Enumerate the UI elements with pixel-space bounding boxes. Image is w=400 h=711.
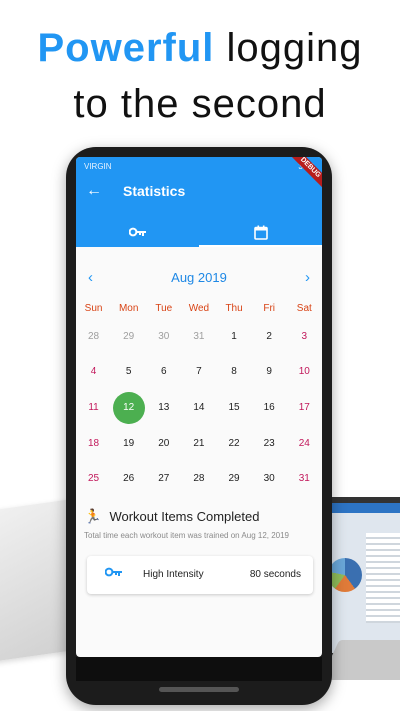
calendar-day[interactable]: 3 [287, 321, 322, 353]
tab-calendar[interactable] [199, 217, 322, 247]
headline-line2: to the second [73, 82, 327, 126]
weekday-label: Wed [188, 303, 210, 314]
calendar-day[interactable]: 29 [217, 463, 252, 495]
calendar-day[interactable]: 28 [181, 463, 216, 495]
workout-section-title: 🏃 Workout Items Completed [84, 508, 259, 525]
calendar-day[interactable]: 30 [146, 321, 181, 353]
weekday-label: Fri [263, 303, 276, 314]
calendar-week: 18 19 20 21 22 23 24 [76, 426, 322, 462]
calendar-day[interactable]: 15 [217, 392, 252, 424]
calendar-header: ‹ Aug 2019 › [76, 269, 322, 289]
calendar-day[interactable]: 1 [217, 321, 252, 353]
weekday-label: Thu [225, 303, 243, 314]
workout-title-text: Workout Items Completed [109, 509, 260, 524]
phone-frame: VIRGIN 3:20 DEBUG ← Statistics [66, 147, 332, 705]
key-icon [128, 227, 146, 237]
calendar-day[interactable]: 8 [217, 356, 252, 388]
carrier-label: VIRGIN [84, 161, 112, 171]
calendar-day[interactable]: 31 [287, 463, 322, 495]
calendar-day[interactable]: 29 [111, 321, 146, 353]
calendar-day[interactable]: 14 [181, 392, 216, 424]
calendar-day[interactable]: 19 [111, 428, 146, 460]
calendar-icon [253, 225, 268, 240]
calendar-grid: 28 29 30 31 1 2 3 4 5 6 7 8 9 10 11 12 1… [76, 319, 322, 497]
calendar-month-label: Aug 2019 [171, 270, 227, 285]
status-bar: VIRGIN 3:20 [76, 157, 322, 175]
home-indicator[interactable] [159, 687, 239, 692]
weekday-header: Sun Mon Tue Wed Thu Fri Sat [76, 303, 322, 314]
calendar-day[interactable]: 7 [181, 356, 216, 388]
headline-accent: Powerful [37, 26, 215, 70]
calendar-day[interactable]: 5 [111, 356, 146, 388]
phone-nav-area [76, 657, 322, 681]
calendar-day[interactable]: 4 [76, 356, 111, 388]
calendar-day[interactable]: 20 [146, 428, 181, 460]
page-title: Statistics [123, 183, 186, 199]
workout-subtitle: Total time each workout item was trained… [84, 531, 290, 540]
key-icon [105, 567, 122, 577]
calendar-day[interactable]: 30 [252, 463, 287, 495]
running-person-icon: 🏃 [84, 508, 102, 524]
weekday-label: Mon [118, 303, 139, 314]
calendar-day[interactable]: 22 [217, 428, 252, 460]
calendar-day[interactable]: 10 [287, 356, 322, 388]
calendar-day[interactable]: 16 [252, 392, 287, 424]
calendar-day[interactable]: 23 [252, 428, 287, 460]
weekday-label: Sun [84, 303, 103, 314]
calendar-day[interactable]: 6 [146, 356, 181, 388]
back-arrow-icon[interactable]: ← [86, 182, 102, 200]
headline-line1-rest: logging [214, 26, 363, 70]
calendar-week: 28 29 30 31 1 2 3 [76, 319, 322, 355]
calendar-week: 11 12 13 14 15 16 17 [76, 390, 322, 426]
phone-screen: VIRGIN 3:20 DEBUG ← Statistics [76, 157, 322, 657]
calendar-day[interactable]: 24 [287, 428, 322, 460]
calendar-week: 4 5 6 7 8 9 10 [76, 355, 322, 391]
workout-item-name: High Intensity [143, 569, 204, 580]
calendar-day[interactable]: 27 [146, 463, 181, 495]
chevron-right-icon[interactable]: › [305, 269, 310, 286]
calendar-day[interactable]: 26 [111, 463, 146, 495]
calendar-week: 25 26 27 28 29 30 31 [76, 461, 322, 497]
calendar-day[interactable]: 11 [76, 392, 111, 424]
calendar-day[interactable]: 2 [252, 321, 287, 353]
weekday-label: Sat [296, 303, 312, 314]
selected-day-label: 12 [112, 391, 145, 424]
calendar-day-selected[interactable]: 12 [111, 391, 146, 424]
calendar-day[interactable]: 18 [76, 428, 111, 460]
calendar-day[interactable]: 31 [181, 321, 216, 353]
workout-item-card[interactable]: High Intensity 80 seconds [87, 556, 313, 594]
workout-item-duration: 80 seconds [249, 569, 301, 580]
calendar-day[interactable]: 25 [76, 463, 111, 495]
calendar-day[interactable]: 13 [146, 392, 181, 424]
app-bar: VIRGIN 3:20 DEBUG ← Statistics [76, 157, 322, 247]
calendar-day[interactable]: 21 [181, 428, 216, 460]
tab-key[interactable] [76, 217, 199, 247]
calendar-day[interactable]: 28 [76, 321, 111, 353]
calendar-day[interactable]: 9 [252, 356, 287, 388]
tab-indicator [199, 245, 322, 247]
headline: Powerful logging to the second [0, 28, 400, 124]
weekday-label: Tue [155, 303, 173, 314]
calendar-day[interactable]: 17 [287, 392, 322, 424]
